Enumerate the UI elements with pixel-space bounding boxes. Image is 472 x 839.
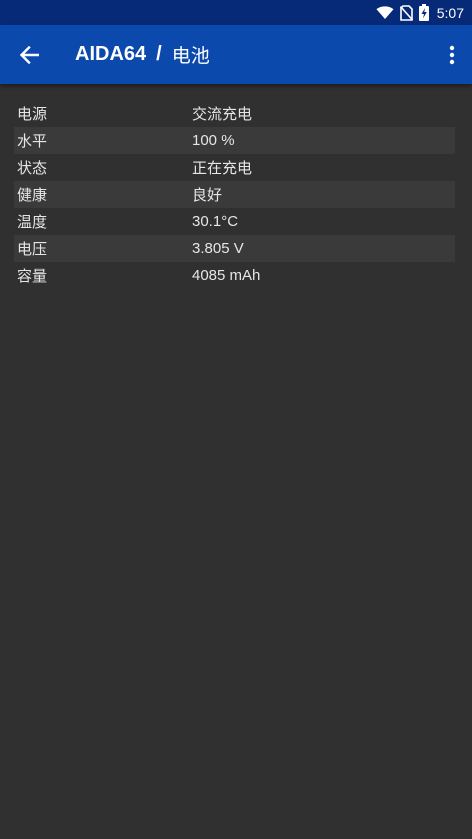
info-value: 30.1°C [192, 213, 239, 230]
info-label: 电源 [17, 105, 48, 123]
battery-charging-icon [418, 4, 429, 21]
info-label: 健康 [17, 186, 48, 204]
status-time: 5:07 [436, 4, 464, 21]
page-title: AIDA64 / 电池 [75, 25, 210, 84]
info-value: 4085 mAh [192, 267, 261, 284]
info-label: 水平 [17, 132, 48, 150]
info-value: 100 % [192, 132, 235, 149]
info-label: 状态 [17, 159, 48, 177]
info-row-health: 健康 良好 [14, 181, 455, 208]
more-vert-icon [449, 45, 455, 65]
info-value: 正在充电 [192, 160, 253, 177]
info-row-temperature: 温度 30.1°C [14, 208, 455, 235]
back-button[interactable] [14, 40, 44, 70]
more-options-button[interactable] [442, 39, 462, 71]
app-bar: AIDA64 / 电池 [0, 25, 472, 84]
info-row-status: 状态 正在充电 [14, 154, 455, 181]
app-brand: AIDA64 [75, 43, 147, 65]
info-row-capacity: 容量 4085 mAh [14, 262, 455, 289]
page-title-text: 电池 [171, 45, 210, 67]
info-label: 容量 [17, 267, 48, 285]
arrow-back-icon [19, 46, 39, 64]
info-value: 3.805 V [192, 240, 244, 257]
info-label: 温度 [17, 213, 48, 231]
wifi-icon [376, 5, 394, 20]
status-bar: 5:07 [0, 0, 472, 25]
info-label: 电压 [17, 240, 48, 258]
info-value: 交流充电 [192, 106, 253, 123]
info-value: 良好 [192, 187, 223, 204]
battery-info-table: 电源 交流充电 水平 100 % 状态 正在充电 健康 良好 温度 30.1°C… [14, 100, 455, 289]
info-row-voltage: 电压 3.805 V [14, 235, 455, 262]
status-icons: 5:07 [376, 0, 464, 25]
title-separator: / [156, 43, 162, 65]
info-row-power-source: 电源 交流充电 [14, 100, 455, 127]
no-sim-icon [399, 4, 413, 21]
info-row-level: 水平 100 % [14, 127, 455, 154]
